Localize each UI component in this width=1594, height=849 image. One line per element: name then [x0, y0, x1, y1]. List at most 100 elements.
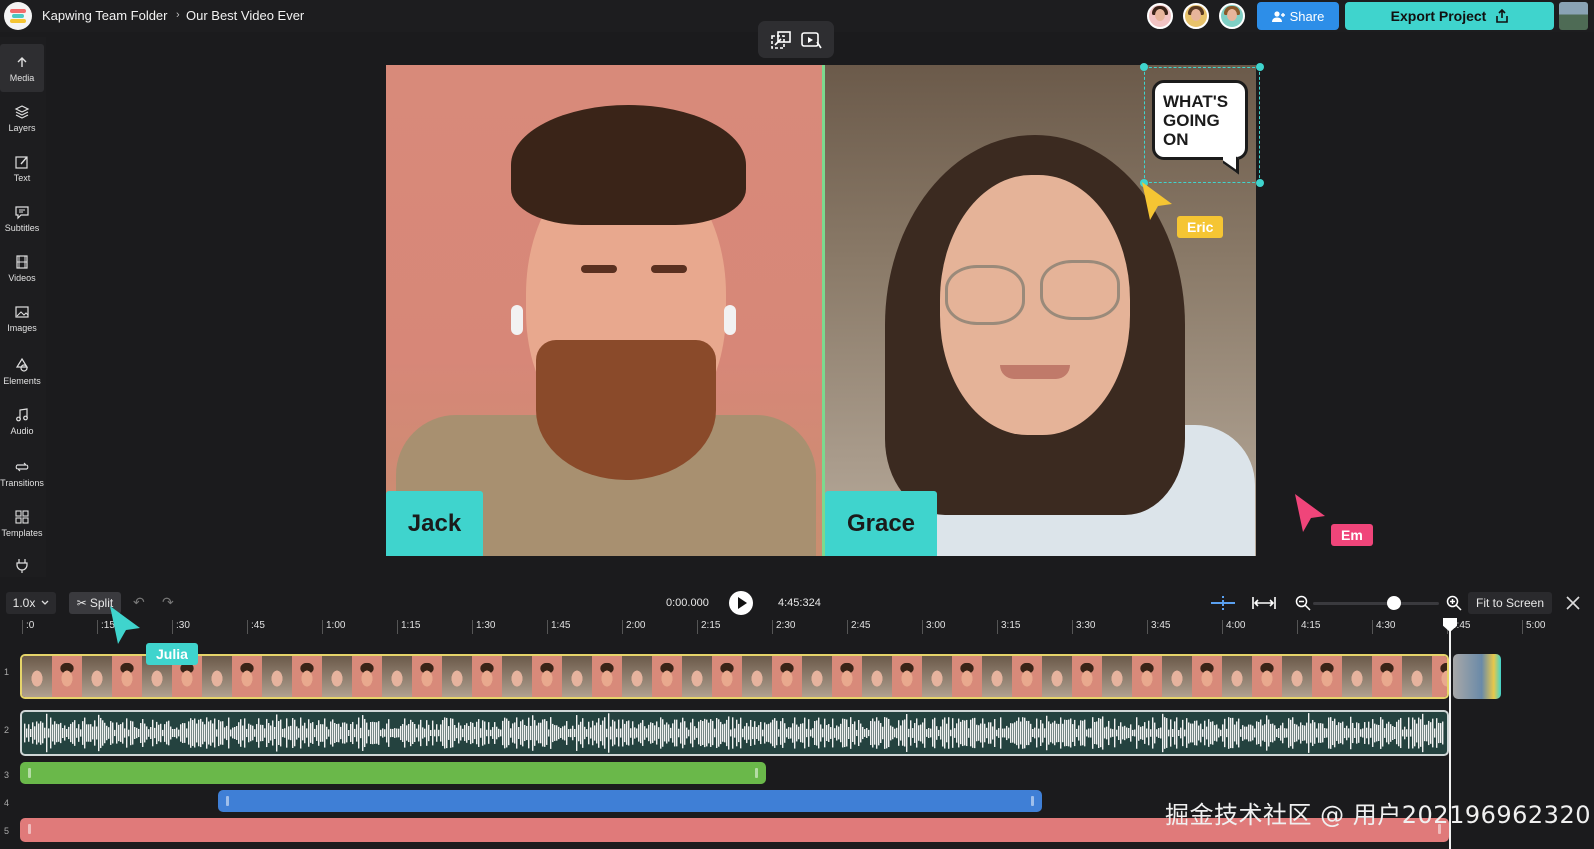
waveform-bar	[278, 721, 280, 745]
collaborator-avatar[interactable]	[1147, 3, 1173, 29]
shapes-icon	[15, 357, 29, 372]
waveform-bar	[780, 721, 782, 745]
sidebar-item-images[interactable]: Images	[0, 294, 44, 342]
waveform-bar	[234, 726, 236, 740]
blue-clip-track[interactable]	[218, 790, 1042, 812]
waveform-bar	[952, 718, 954, 748]
timeline-ruler[interactable]: :0:15:30:45 1:00 1:15 1:30 1:45 2:00 2:15 2:30 2…	[0, 618, 1594, 640]
zoom-in-icon[interactable]	[1446, 595, 1462, 611]
waveform-bar	[458, 722, 460, 744]
fit-width-icon[interactable]	[1252, 596, 1276, 610]
video-clip-next[interactable]	[1453, 654, 1501, 699]
green-clip-track[interactable]	[20, 762, 766, 784]
waveform-bar	[212, 723, 214, 743]
fit-to-screen-button[interactable]: Fit to Screen	[1468, 592, 1552, 614]
export-project-button[interactable]: Export Project	[1345, 2, 1554, 30]
redo-icon[interactable]: ↷	[162, 594, 174, 611]
sidebar-item-videos[interactable]: Videos	[0, 244, 44, 292]
waveform-bar	[748, 726, 750, 740]
waveform-bar	[440, 724, 442, 742]
waveform-bar	[770, 722, 772, 744]
waveform-bar	[198, 719, 200, 747]
waveform-bar	[40, 721, 42, 745]
waveform-bar	[28, 724, 30, 742]
name-tag-grace[interactable]: Grace	[825, 491, 937, 556]
waveform-bar	[302, 725, 304, 741]
waveform-bar	[1234, 724, 1236, 742]
sidebar-item-label: Elements	[3, 375, 41, 386]
video-panel-left[interactable]: Jack	[386, 65, 822, 556]
sidebar-item-elements[interactable]: Elements	[0, 347, 44, 395]
project-title[interactable]: Our Best Video Ever	[186, 8, 304, 23]
waveform-bar	[1110, 728, 1112, 738]
user-profile-avatar[interactable]	[1559, 2, 1588, 30]
waveform-bar	[286, 718, 288, 748]
share-button[interactable]: Share	[1257, 2, 1339, 30]
sidebar-item-label: Images	[7, 322, 37, 333]
sidebar-item-subtitles[interactable]: Subtitles	[0, 194, 44, 242]
waveform-bar	[680, 722, 682, 744]
waveform-bar	[148, 729, 150, 737]
waveform-bar	[916, 718, 918, 748]
breadcrumb-folder[interactable]: Kapwing Team Folder	[42, 8, 168, 23]
audio-waveform-track[interactable]	[20, 710, 1449, 756]
video-thumbnail	[52, 656, 82, 697]
magic-preview-icon[interactable]	[800, 30, 822, 50]
video-thumbnail	[742, 656, 772, 697]
waveform-bar	[844, 718, 846, 748]
playback-speed-select[interactable]: 1.0x	[6, 592, 56, 614]
waveform-bar	[70, 723, 72, 743]
waveform-bar	[864, 729, 866, 737]
sidebar-item-text[interactable]: Text	[0, 144, 44, 192]
waveform-bar	[290, 725, 292, 741]
sidebar-item-audio[interactable]: Audio	[0, 397, 44, 445]
resize-handle[interactable]	[1256, 179, 1264, 187]
waveform-bar	[280, 719, 282, 747]
sidebar-item-layers[interactable]: Layers	[0, 94, 44, 142]
waveform-bar	[164, 724, 166, 742]
sidebar-item-templates[interactable]: Templates	[0, 499, 44, 547]
waveform-bar	[222, 721, 224, 745]
waveform-bar	[574, 728, 576, 738]
zoom-slider-thumb[interactable]	[1387, 596, 1401, 610]
waveform-bar	[842, 718, 844, 748]
resize-handle[interactable]	[1140, 63, 1148, 71]
kapwing-logo-icon[interactable]	[4, 2, 32, 30]
waveform-bar	[808, 719, 810, 747]
sidebar-item-media[interactable]: Media	[0, 44, 44, 92]
waveform-bar	[30, 728, 32, 738]
collaborator-avatar[interactable]	[1183, 3, 1209, 29]
waveform-bar	[316, 725, 318, 741]
waveform-bar	[830, 727, 832, 739]
video-clip-track[interactable]	[20, 654, 1449, 699]
collaborator-avatar[interactable]	[1219, 3, 1245, 29]
waveform-bar	[274, 727, 276, 739]
person-eye	[651, 265, 687, 273]
waveform-bar	[182, 722, 184, 744]
sidebar-item-label: Text	[13, 172, 31, 183]
waveform-bar	[1164, 717, 1166, 749]
resize-handle[interactable]	[1256, 63, 1264, 71]
sidebar-item-transitions[interactable]: Transitions	[0, 449, 44, 497]
waveform-bar	[866, 728, 868, 738]
waveform-bar	[394, 728, 396, 738]
waveform-bar	[1274, 725, 1276, 741]
name-tag-jack[interactable]: Jack	[386, 491, 483, 556]
play-button[interactable]	[729, 591, 753, 615]
video-preview[interactable]: Jack Grace	[386, 65, 1256, 556]
waveform-bar	[326, 726, 328, 740]
waveform-bar	[314, 728, 316, 738]
waveform-bar	[1048, 721, 1050, 745]
sidebar-item-plugins[interactable]	[0, 552, 44, 578]
waveform-bar	[920, 724, 922, 742]
waveform-bar	[1058, 723, 1060, 743]
zoom-slider[interactable]	[1313, 602, 1439, 605]
split-at-playhead-icon[interactable]	[1210, 596, 1236, 610]
speech-bubble-sticker[interactable]: WHAT'S GOING ON	[1152, 80, 1248, 160]
waveform-bar	[1328, 717, 1330, 749]
resize-canvas-icon[interactable]	[770, 30, 792, 50]
close-icon[interactable]	[1565, 595, 1581, 611]
waveform-bar	[1300, 722, 1302, 744]
waveform-bar	[880, 723, 882, 743]
zoom-out-icon[interactable]	[1295, 595, 1311, 611]
